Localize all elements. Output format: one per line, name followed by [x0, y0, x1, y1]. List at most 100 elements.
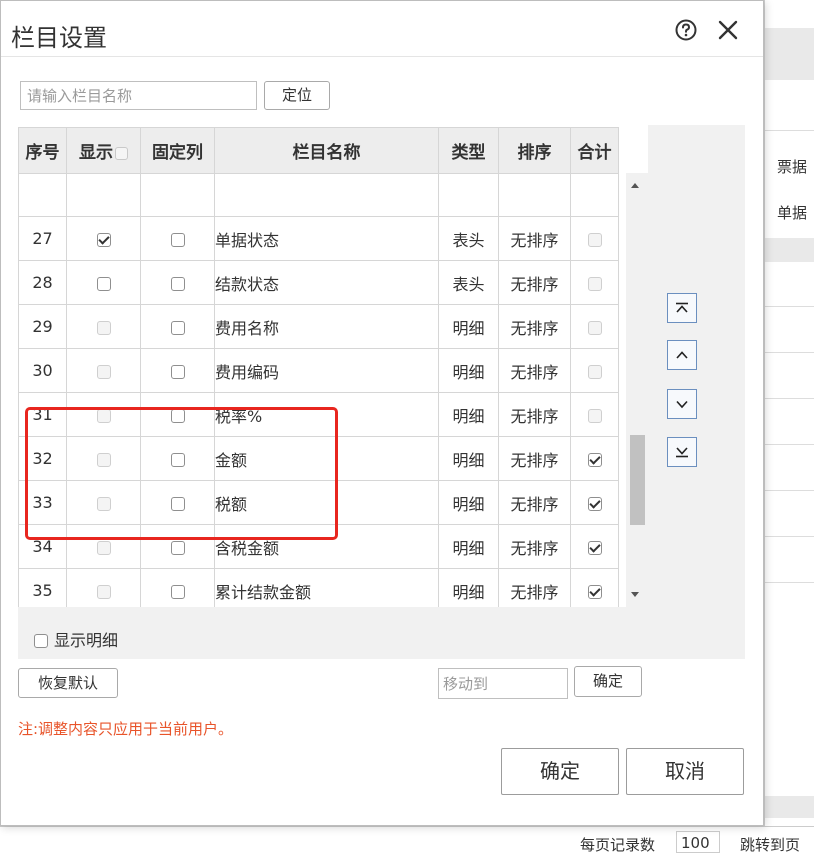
grid-vertical-scrollbar[interactable] — [626, 173, 648, 607]
table-row[interactable]: 28 结款状态 表头 无排序 — [18, 260, 619, 305]
show-checkbox — [96, 540, 111, 555]
fixed-column-checkbox[interactable] — [170, 408, 185, 423]
table-row[interactable]: 30 费用编码 明细 无排序 — [18, 348, 619, 393]
move-up-button[interactable] — [667, 340, 697, 370]
fixed-column-checkbox[interactable] — [170, 584, 185, 599]
fixed-column-checkbox[interactable] — [170, 452, 185, 467]
table-row[interactable]: 32 金额 明细 无排序 — [18, 436, 619, 481]
row-sort[interactable]: 无排序 — [498, 392, 571, 437]
row-total-cell — [570, 480, 619, 525]
total-checkbox[interactable] — [587, 452, 602, 467]
row-seq: 35 — [18, 568, 67, 607]
row-column-name: 结款状态 — [214, 260, 439, 305]
table-row[interactable]: 34 含税金额 明细 无排序 — [18, 524, 619, 569]
table-row[interactable]: 29 费用名称 明细 无排序 — [18, 304, 619, 349]
table-row[interactable]: 35 累计结款金额 明细 无排序 — [18, 568, 619, 607]
row-type: 表头 — [438, 260, 499, 305]
table-row[interactable]: 27 单据状态 表头 无排序 — [18, 216, 619, 261]
row-column-name: 费用编码 — [214, 348, 439, 393]
scroll-down-arrow-icon[interactable] — [631, 592, 639, 597]
fixed-column-checkbox[interactable] — [170, 232, 185, 247]
background-right-panel: 票据 单据 — [764, 0, 814, 854]
show-checkbox — [96, 320, 111, 335]
show-all-checkbox[interactable] — [115, 146, 128, 160]
move-to-input[interactable] — [438, 668, 568, 699]
total-checkbox — [587, 276, 602, 291]
question-circle-icon[interactable] — [673, 17, 699, 43]
show-checkbox[interactable] — [96, 232, 111, 247]
total-checkbox — [587, 364, 602, 379]
column-header-type: 类型 — [438, 127, 499, 174]
cancel-button[interactable]: 取消 — [626, 748, 744, 795]
close-icon[interactable] — [715, 17, 741, 43]
show-checkbox — [96, 364, 111, 379]
row-fixed-cell — [140, 436, 215, 481]
move-down-icon — [676, 400, 688, 409]
move-top-icon — [676, 302, 688, 313]
row-seq: 30 — [18, 348, 67, 393]
row-column-name: 金额 — [214, 436, 439, 481]
total-checkbox[interactable] — [587, 496, 602, 511]
row-sort[interactable]: 无排序 — [498, 304, 571, 349]
move-bottom-button[interactable] — [667, 437, 697, 467]
row-total-cell — [570, 216, 619, 261]
fixed-column-checkbox[interactable] — [170, 276, 185, 291]
row-seq: 28 — [18, 260, 67, 305]
title-divider — [1, 56, 763, 57]
fixed-column-checkbox[interactable] — [170, 320, 185, 335]
locate-button[interactable]: 定位 — [264, 81, 330, 110]
row-sort[interactable]: 无排序 — [498, 568, 571, 607]
total-checkbox — [587, 408, 602, 423]
fixed-column-checkbox[interactable] — [170, 496, 185, 511]
row-sort[interactable]: 无排序 — [498, 260, 571, 305]
row-sort[interactable]: 无排序 — [498, 348, 571, 393]
row-sort[interactable]: 无排序 — [498, 216, 571, 261]
columns-grid: 序号 显示 固定列 栏目名称 类型 排序 合计 27 单据状态 表头 无排序 28 结款状… — [18, 125, 648, 607]
ok-button[interactable]: 确定 — [501, 748, 619, 795]
show-detail-checkbox[interactable] — [34, 634, 48, 648]
total-checkbox[interactable] — [587, 584, 602, 599]
show-detail-option[interactable]: 显示明细 — [34, 627, 118, 651]
columns-grid-header: 序号 显示 固定列 栏目名称 类型 排序 合计 — [18, 127, 619, 174]
move-down-button[interactable] — [667, 389, 697, 419]
scrollbar-thumb[interactable] — [630, 435, 645, 525]
column-settings-dialog: 栏目设置 定位 序号 显示 固定列 栏目名称 类型 排序 — [0, 0, 764, 826]
background-divider — [765, 536, 814, 537]
table-row[interactable]: 33 税额 明细 无排序 — [18, 480, 619, 525]
background-label-ticket: 票据 — [777, 158, 808, 176]
row-sort[interactable]: 无排序 — [498, 436, 571, 481]
fixed-column-checkbox[interactable] — [170, 364, 185, 379]
background-pagination-bar: 每页记录数 100 跳转到页 — [0, 826, 814, 855]
per-page-value[interactable]: 100 — [676, 831, 720, 853]
row-show-cell — [66, 524, 141, 569]
fixed-column-checkbox[interactable] — [170, 540, 185, 555]
row-seq: 32 — [18, 436, 67, 481]
row-seq: 34 — [18, 524, 67, 569]
row-fixed-cell — [140, 260, 215, 305]
total-checkbox[interactable] — [587, 540, 602, 555]
column-header-fixed: 固定列 — [140, 127, 215, 174]
row-sort[interactable]: 无排序 — [498, 524, 571, 569]
scroll-up-arrow-icon[interactable] — [631, 183, 639, 188]
column-header-seq: 序号 — [18, 127, 67, 174]
show-checkbox[interactable] — [96, 276, 111, 291]
row-show-cell — [66, 392, 141, 437]
row-type: 表头 — [438, 216, 499, 261]
row-column-name: 税率% — [214, 392, 439, 437]
row-fixed-cell — [140, 480, 215, 525]
row-sort[interactable]: 无排序 — [498, 480, 571, 525]
row-total-cell — [570, 524, 619, 569]
row-show-cell — [66, 480, 141, 525]
background-divider — [765, 130, 814, 131]
row-total-cell — [570, 436, 619, 481]
column-search-input[interactable] — [20, 81, 257, 110]
row-fixed-cell — [140, 216, 215, 261]
move-to-confirm-button[interactable]: 确定 — [574, 666, 642, 697]
show-checkbox — [96, 408, 111, 423]
row-type: 明细 — [438, 480, 499, 525]
restore-default-button[interactable]: 恢复默认 — [18, 668, 118, 698]
move-top-button[interactable] — [667, 293, 697, 323]
row-fixed-cell — [140, 524, 215, 569]
columns-panel: 序号 显示 固定列 栏目名称 类型 排序 合计 27 单据状态 表头 无排序 28 结款状… — [18, 125, 745, 659]
table-row[interactable]: 31 税率% 明细 无排序 — [18, 392, 619, 437]
